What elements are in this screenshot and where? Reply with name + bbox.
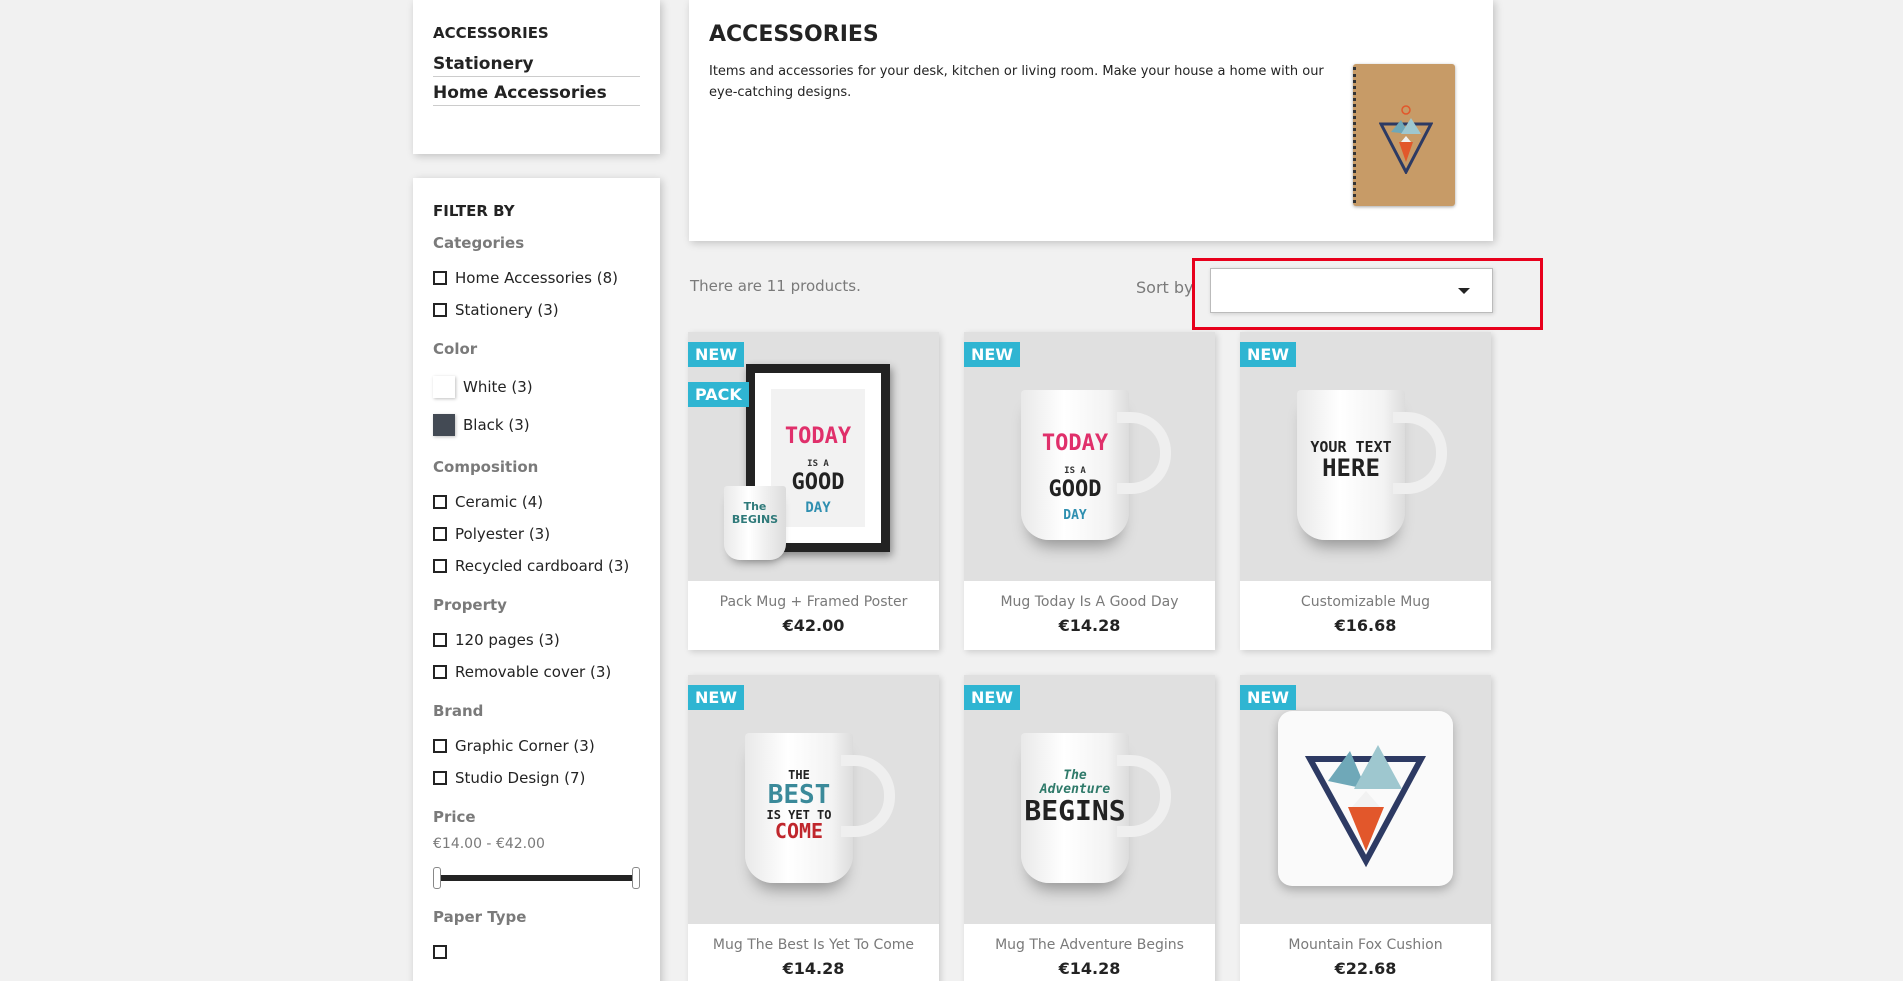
product-flag-new: NEW — [688, 685, 744, 710]
product-image[interactable]: TODAY IS A GOOD DAY NEW — [964, 332, 1215, 581]
facet-property: Property 120 pages (3) Removable cover (… — [433, 596, 640, 688]
filter-option[interactable]: Polyester (3) — [433, 518, 640, 550]
product-flag-new: NEW — [964, 342, 1020, 367]
product-name[interactable]: Customizable Mug — [1240, 594, 1491, 610]
facet-color: Color White (3) Black (3) — [433, 340, 640, 444]
product-card[interactable]: THE BEST IS YET TO COME NEW Mug The Best Is… — [688, 675, 939, 981]
facet-price: Price €14.00 - €42.00 — [433, 808, 640, 890]
product-price: €14.28 — [1058, 959, 1121, 978]
filter-option[interactable]: Removable cover (3) — [433, 656, 640, 688]
facet-brand: Brand Graphic Corner (3) Studio Design (… — [433, 702, 640, 794]
filter-option-color[interactable]: Black (3) — [433, 406, 640, 444]
product-name[interactable]: Mug Today Is A Good Day — [964, 594, 1215, 610]
filter-option[interactable]: Ceramic (4) — [433, 486, 640, 518]
filter-option[interactable]: Recycled cardboard (3) — [433, 550, 640, 582]
filter-option[interactable] — [433, 936, 640, 968]
category-description: Items and accessories for your desk, kit… — [709, 64, 1324, 100]
sort-label: Sort by — [1136, 278, 1194, 297]
mug-image: THE BEST IS YET TO COME — [745, 733, 895, 883]
filter-option[interactable]: Home Accessories (8) — [433, 262, 640, 294]
small-mug-image: The BEGINS — [724, 486, 786, 560]
filter-option-color[interactable]: White (3) — [433, 368, 640, 406]
filter-option[interactable]: Graphic Corner (3) — [433, 730, 640, 762]
product-name[interactable]: Mug The Adventure Begins — [964, 937, 1215, 953]
cushion-image — [1278, 711, 1453, 886]
checkbox[interactable] — [433, 527, 447, 541]
product-card[interactable]: TODAY IS A GOOD DAY NEW Mug Today Is A Good… — [964, 332, 1215, 650]
checkbox[interactable] — [433, 665, 447, 679]
product-image[interactable]: The Adventure BEGINS NEW — [964, 675, 1215, 924]
filter-option[interactable]: Stationery (3) — [433, 294, 640, 326]
product-flag-new: NEW — [1240, 342, 1296, 367]
category-tree: ACCESSORIES Stationery Home Accessories — [413, 0, 660, 154]
facet-title: Composition — [433, 458, 539, 476]
product-flag-new: NEW — [964, 685, 1020, 710]
product-price: €16.68 — [1334, 616, 1397, 635]
facet-categories: Categories Home Accessories (8) Statione… — [433, 234, 640, 326]
checkbox[interactable] — [433, 559, 447, 573]
product-flag-new: NEW — [688, 342, 744, 367]
facet-title: Price — [433, 808, 476, 826]
filter-option[interactable]: 120 pages (3) — [433, 624, 640, 656]
slider-track — [437, 875, 636, 881]
filter-title: FILTER BY — [433, 202, 515, 220]
product-price: €14.28 — [782, 959, 845, 978]
subcategory-home-accessories[interactable]: Home Accessories — [433, 79, 640, 106]
checkbox[interactable] — [433, 945, 447, 959]
checkbox[interactable] — [433, 771, 447, 785]
product-name[interactable]: Mug The Best Is Yet To Come — [688, 937, 939, 953]
facet-title: Paper Type — [433, 908, 527, 926]
facet-title: Color — [433, 340, 478, 358]
product-image[interactable]: YOUR TEXT HERE NEW — [1240, 332, 1491, 581]
product-price: €22.68 — [1334, 959, 1397, 978]
product-price: €42.00 — [782, 616, 845, 635]
product-card[interactable]: YOUR TEXT HERE NEW Customizable Mug €16.6… — [1240, 332, 1491, 650]
highlight-box — [1192, 258, 1543, 330]
color-swatch-black[interactable] — [433, 414, 455, 436]
product-name[interactable]: Pack Mug + Framed Poster — [688, 594, 939, 610]
facet-title: Property — [433, 596, 507, 614]
checkbox[interactable] — [433, 739, 447, 753]
mug-image: The Adventure BEGINS — [1021, 733, 1171, 883]
product-card[interactable]: TODAY IS A GOOD DAY The BEGINS NEW PACK Pack… — [688, 332, 939, 650]
facet-title: Brand — [433, 702, 484, 720]
page-title: ACCESSORIES — [709, 22, 879, 47]
product-image[interactable]: TODAY IS A GOOD DAY The BEGINS NEW PACK — [688, 332, 939, 581]
product-count: There are 11 products. — [690, 277, 861, 295]
product-image[interactable]: NEW — [1240, 675, 1491, 924]
price-slider[interactable] — [433, 866, 640, 890]
mug-image: TODAY IS A GOOD DAY — [1021, 390, 1171, 540]
checkbox[interactable] — [433, 495, 447, 509]
category-cover-image — [1353, 64, 1455, 206]
product-card[interactable]: The Adventure BEGINS NEW Mug The Adventure… — [964, 675, 1215, 981]
slider-handle-max[interactable] — [632, 867, 640, 889]
fox-illustration — [1379, 105, 1433, 174]
color-swatch-white[interactable] — [433, 376, 455, 398]
fox-illustration — [1304, 745, 1427, 868]
product-card[interactable]: NEW Mountain Fox Cushion €22.68 — [1240, 675, 1491, 981]
product-image[interactable]: THE BEST IS YET TO COME NEW — [688, 675, 939, 924]
category-tree-title[interactable]: ACCESSORIES — [433, 24, 640, 42]
slider-handle-min[interactable] — [433, 867, 441, 889]
notebook-spiral — [1353, 67, 1358, 203]
facet-composition: Composition Ceramic (4) Polyester (3) Re… — [433, 458, 640, 582]
product-flag-new: NEW — [1240, 685, 1296, 710]
facet-title: Categories — [433, 234, 525, 252]
category-header: ACCESSORIES Items and accessories for yo… — [689, 0, 1493, 241]
checkbox[interactable] — [433, 303, 447, 317]
product-name[interactable]: Mountain Fox Cushion — [1240, 937, 1491, 953]
product-price: €14.28 — [1058, 616, 1121, 635]
checkbox[interactable] — [433, 633, 447, 647]
mug-image: YOUR TEXT HERE — [1297, 390, 1447, 540]
subcategory-stationery[interactable]: Stationery — [433, 50, 640, 77]
filter-panel: FILTER BY Categories Home Accessories (8… — [413, 178, 660, 981]
facet-paper-type: Paper Type — [433, 908, 640, 968]
checkbox[interactable] — [433, 271, 447, 285]
price-range-text: €14.00 - €42.00 — [433, 836, 545, 852]
product-flag-pack: PACK — [688, 382, 749, 407]
filter-option[interactable]: Studio Design (7) — [433, 762, 640, 794]
